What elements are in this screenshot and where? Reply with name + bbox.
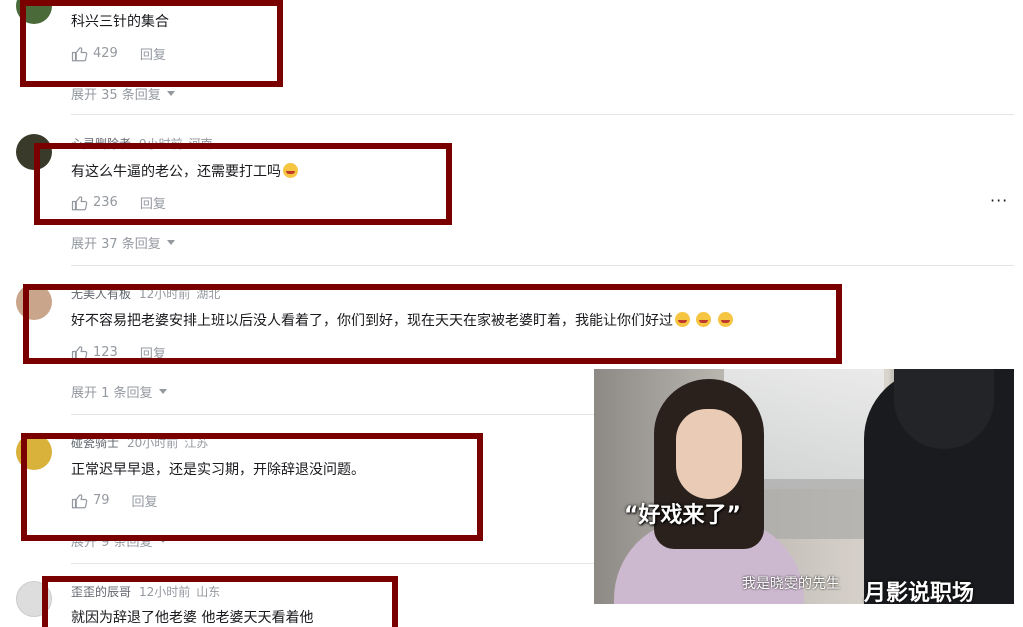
chevron-down-icon: [158, 389, 167, 394]
expand-replies[interactable]: 展开 1 条回复: [71, 382, 167, 401]
more-options-icon[interactable]: ···: [990, 191, 1008, 210]
video-frame[interactable]: “好戏来了” 我是晓雯的先生 月影说职场: [594, 369, 1014, 604]
expand-replies[interactable]: 展开 37 条回复: [71, 233, 175, 252]
chevron-down-icon: [166, 240, 175, 245]
divider: [71, 114, 1014, 115]
video-caption-big: “好戏来了”: [624, 503, 741, 528]
expand-replies-label: 展开 37 条回复: [71, 237, 161, 252]
video-watermark: 月影说职场: [864, 581, 975, 604]
chevron-down-icon: [166, 91, 175, 96]
video-subtitle: 我是晓雯的先生: [742, 576, 840, 592]
divider: [71, 563, 594, 564]
highlight-box: [21, 433, 483, 541]
divider: [71, 414, 594, 415]
highlight-box: [20, 0, 283, 87]
divider: [71, 265, 1014, 266]
woman-face: [676, 409, 742, 499]
highlight-box: [42, 576, 398, 627]
highlight-box: [23, 284, 842, 364]
highlight-box: [34, 143, 452, 225]
expand-replies-label: 展开 1 条回复: [71, 386, 153, 401]
